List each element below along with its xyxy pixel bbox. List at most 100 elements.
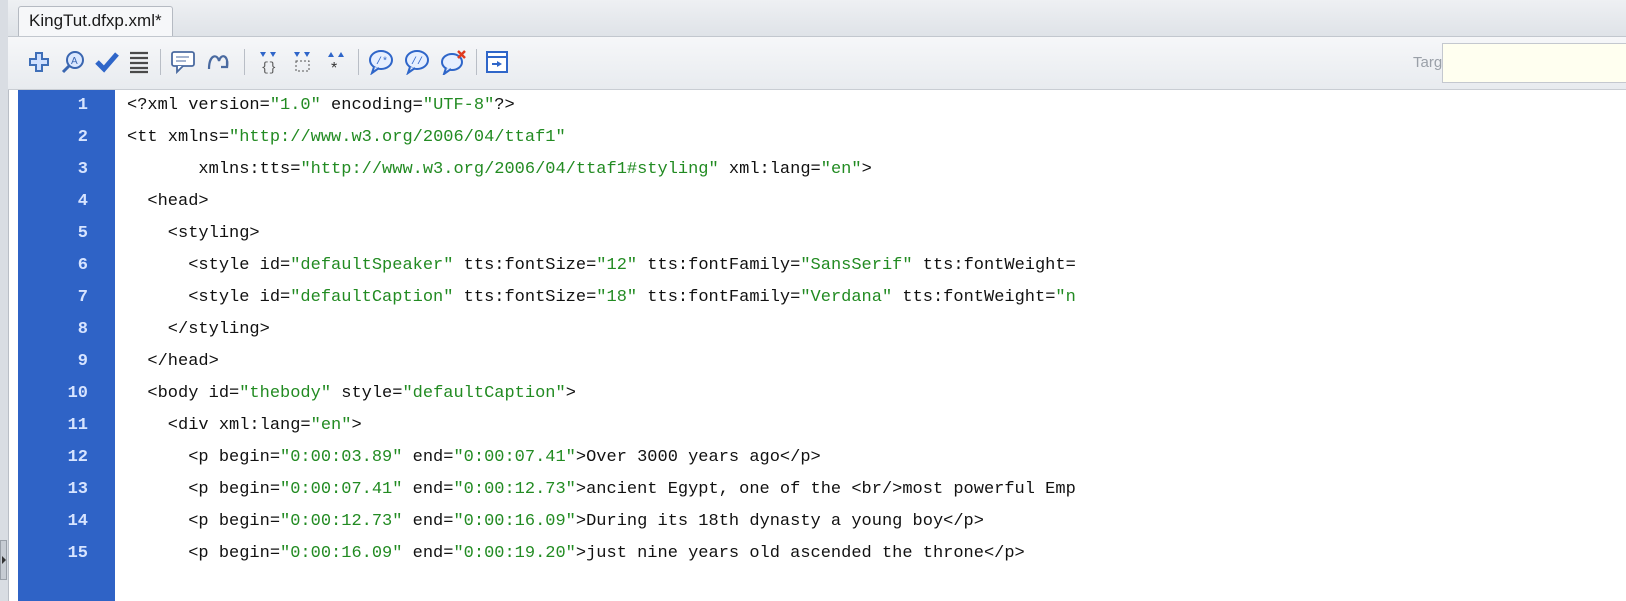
format-icon[interactable] xyxy=(124,47,154,77)
code-line[interactable]: 4 <head> xyxy=(18,186,1626,218)
line-number-text: 13 xyxy=(67,480,88,499)
code-line[interactable]: 15 <p begin="0:00:16.09" end="0:00:19.20… xyxy=(18,538,1626,570)
code-line[interactable]: 6 <style id="defaultSpeaker" tts:fontSiz… xyxy=(18,250,1626,282)
markup-token: tts:fontFamily= xyxy=(637,288,801,307)
svg-text:A: A xyxy=(71,56,78,67)
markup-token: tts:fontSize= xyxy=(453,256,597,275)
line-number: 11 xyxy=(18,410,115,442)
line-number: 3 xyxy=(18,154,115,186)
line-number: 10 xyxy=(18,378,115,410)
code-line[interactable]: 2 <tt xmlns="http://www.w3.org/2006/04/tt… xyxy=(18,122,1626,154)
line-number-text: 2 xyxy=(77,128,88,147)
attribute-value: "0:00:16.09" xyxy=(280,544,403,563)
attribute-value: "http://www.w3.org/2006/04/ttaf1#styling… xyxy=(300,160,719,179)
markup-token: </styling> xyxy=(127,320,270,339)
markup-token: end= xyxy=(402,480,454,499)
apply-comment-icon[interactable]: /* xyxy=(366,47,396,77)
collapse-selection-icon[interactable] xyxy=(288,47,318,77)
attribute-value: "n xyxy=(1055,288,1076,307)
collapse-full-tag-icon[interactable]: {} xyxy=(254,47,284,77)
line-number-text: 9 xyxy=(77,352,88,371)
markup-token: tts:fontSize= xyxy=(453,288,597,307)
code-line[interactable]: 14 <p begin="0:00:12.73" end="0:00:16.09… xyxy=(18,506,1626,538)
code-text: </head> xyxy=(127,346,219,378)
svg-text:{}: {} xyxy=(261,60,277,75)
code-line[interactable]: 7 <style id="defaultCaption" tts:fontSiz… xyxy=(18,282,1626,314)
markup-token: >During its 18th dynasty a young boy</p> xyxy=(575,512,984,531)
attribute-value: "0:00:03.89" xyxy=(280,448,403,467)
attribute-value: "18" xyxy=(596,288,638,307)
markup-token: > xyxy=(861,160,872,179)
attribute-value: "0:00:19.20" xyxy=(453,544,576,563)
markup-token: <body id= xyxy=(127,384,240,403)
line-number: 14 xyxy=(18,506,115,538)
panel-expand-handle[interactable] xyxy=(0,540,7,580)
markup-token: <p begin= xyxy=(127,544,281,563)
target-browser-field[interactable] xyxy=(1442,43,1626,83)
code-line[interactable]: 12 <p begin="0:00:03.89" end="0:00:07.41… xyxy=(18,442,1626,474)
code-line[interactable]: 1 <?xml version="1.0" encoding="UTF-8"?> xyxy=(18,90,1626,122)
attribute-value: "defaultCaption" xyxy=(402,384,566,403)
validate-icon[interactable] xyxy=(92,47,122,77)
attribute-value: "1.0" xyxy=(269,96,321,115)
line-number-text: 10 xyxy=(67,384,88,403)
code-line[interactable]: 5 <styling> xyxy=(18,218,1626,250)
expand-icon[interactable] xyxy=(24,47,54,77)
code-line[interactable]: 13 <p begin="0:00:07.41" end="0:00:12.73… xyxy=(18,474,1626,506)
code-text: <p begin="0:00:03.89" end="0:00:07.41">O… xyxy=(127,442,821,474)
code-line[interactable]: 10 <body id="thebody" style="defaultCapt… xyxy=(18,378,1626,410)
wrap-tag-icon[interactable] xyxy=(438,47,468,77)
uncomment-icon[interactable] xyxy=(204,47,234,77)
attribute-value: "UTF-8" xyxy=(422,96,495,115)
svg-text:/*: /* xyxy=(376,56,388,68)
line-number: 5 xyxy=(18,218,115,250)
line-number: 8 xyxy=(18,314,115,346)
code-text: <p begin="0:00:16.09" end="0:00:19.20">j… xyxy=(127,538,1025,570)
expand-all-icon[interactable]: * xyxy=(322,47,352,77)
markup-token: end= xyxy=(402,512,454,531)
remove-comment-icon[interactable]: // xyxy=(402,47,432,77)
document-tab-bar: KingTut.dfxp.xml* xyxy=(8,0,1626,37)
line-number-text: 4 xyxy=(77,192,88,211)
code-line[interactable]: 9 </head> xyxy=(18,346,1626,378)
markup-token: <head> xyxy=(127,192,209,211)
line-number-text: 15 xyxy=(67,544,88,563)
line-number: 9 xyxy=(18,346,115,378)
panel-collapse-strip[interactable] xyxy=(0,0,9,601)
line-number: 13 xyxy=(18,474,115,506)
line-number-text: 14 xyxy=(67,512,88,531)
markup-token: </head> xyxy=(127,352,219,371)
document-tab[interactable]: KingTut.dfxp.xml* xyxy=(18,6,173,36)
move-css-icon[interactable] xyxy=(482,47,512,77)
attribute-value: "0:00:12.73" xyxy=(453,480,576,499)
zoom-icon[interactable]: A xyxy=(58,47,88,77)
code-text: <p begin="0:00:12.73" end="0:00:16.09">D… xyxy=(127,506,984,538)
code-text: <p begin="0:00:07.41" end="0:00:12.73">a… xyxy=(127,474,1076,506)
code-line[interactable]: 8 </styling> xyxy=(18,314,1626,346)
code-line[interactable]: 11 <div xml:lang="en"> xyxy=(18,410,1626,442)
attribute-value: "defaultCaption" xyxy=(290,288,454,307)
line-number-text: 5 xyxy=(77,224,88,243)
line-number: 12 xyxy=(18,442,115,474)
markup-token: tts:fontWeight= xyxy=(892,288,1056,307)
code-text: <styling> xyxy=(127,218,260,250)
line-number: 1 xyxy=(18,90,115,122)
markup-token: end= xyxy=(402,448,454,467)
comment-icon[interactable] xyxy=(168,47,198,77)
svg-text:*: * xyxy=(331,60,337,75)
coding-toolbar: A {} * /* // Target: xyxy=(8,37,1626,90)
code-text: <head> xyxy=(127,186,209,218)
line-number: 15 xyxy=(18,538,115,570)
markup-token: <p begin= xyxy=(127,480,281,499)
attribute-value: "0:00:07.41" xyxy=(280,480,403,499)
markup-token: <div xml:lang= xyxy=(127,416,311,435)
code-text: xmlns:tts="http://www.w3.org/2006/04/tta… xyxy=(127,154,872,186)
code-line[interactable]: 3 xmlns:tts="http://www.w3.org/2006/04/t… xyxy=(18,154,1626,186)
line-number-text: 12 xyxy=(67,448,88,467)
attribute-value: "0:00:12.73" xyxy=(280,512,403,531)
code-editor[interactable]: 1 <?xml version="1.0" encoding="UTF-8"?> 2… xyxy=(18,90,1626,601)
markup-token: <tt xmlns= xyxy=(127,128,230,147)
markup-token: <styling> xyxy=(127,224,260,243)
line-number: 4 xyxy=(18,186,115,218)
line-number: 6 xyxy=(18,250,115,282)
